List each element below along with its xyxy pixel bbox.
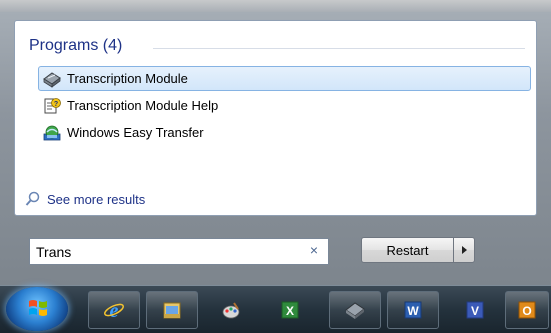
result-label: Windows Easy Transfer [67,125,204,140]
taskbar-transcription-module[interactable] [329,291,381,329]
result-transcription-module-help[interactable]: ? Transcription Module Help [38,93,531,118]
svg-text:X: X [286,304,294,318]
taskbar-internet-explorer[interactable]: e [88,291,140,329]
word-icon: W [402,299,424,321]
taskbar-file-explorer[interactable] [146,291,198,329]
windows-logo-icon [28,298,48,318]
background-window-strip [0,0,551,12]
outlook-icon: O [516,299,538,321]
restart-button[interactable]: Restart [361,237,453,263]
see-more-label: See more results [47,191,146,207]
power-options-arrow-button[interactable] [453,237,475,263]
svg-text:?: ? [54,101,58,108]
svg-text:e: e [110,300,119,321]
result-windows-easy-transfer[interactable]: Windows Easy Transfer [38,120,531,145]
folder-icon [161,299,183,321]
taskbar-word[interactable]: W [387,291,439,329]
search-results-pane: Programs (4) Transcription Module ? Tran… [14,20,537,216]
result-label: Transcription Module Help [67,98,219,113]
clear-search-icon[interactable]: × [310,242,318,258]
excel-icon: X [279,299,301,321]
start-search-box[interactable]: × [29,238,329,265]
easy-transfer-icon [43,124,61,142]
svg-text:O: O [522,304,531,318]
programs-group-header[interactable]: Programs (4) [29,37,122,55]
scanner-icon [344,299,366,321]
taskbar-outlook[interactable]: O [505,291,549,329]
internet-explorer-icon: e [103,299,125,322]
visio-icon: V [464,299,486,321]
start-button[interactable] [6,287,68,331]
result-label: Transcription Module [67,71,188,86]
scanner-icon [43,70,61,88]
taskbar-excel[interactable]: X [264,291,316,329]
result-transcription-module[interactable]: Transcription Module [38,66,531,91]
paint-icon [220,299,242,321]
help-document-icon: ? [43,97,61,115]
magnifier-icon [25,191,41,207]
svg-text:W: W [407,304,419,318]
chevron-right-icon [461,246,467,254]
group-divider [153,48,525,49]
see-more-results-link[interactable]: See more results [25,191,145,207]
taskbar-paint[interactable] [205,291,257,329]
search-input[interactable] [36,240,296,263]
svg-text:V: V [471,304,479,318]
taskbar-visio[interactable]: V [449,291,501,329]
